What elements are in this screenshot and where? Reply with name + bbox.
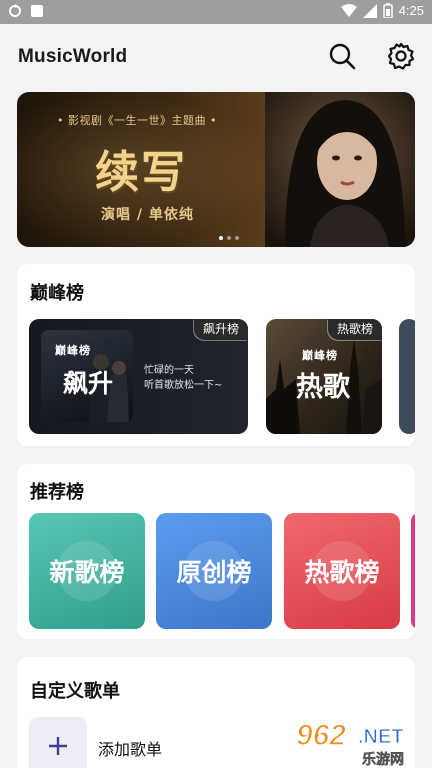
banner-subtitle: • 影视剧《一生一世》主题曲 • — [57, 114, 217, 127]
watermark-suffix: .NET — [358, 726, 404, 748]
status-time: 4:25 — [398, 3, 424, 18]
pagination-dot[interactable] — [235, 236, 239, 240]
sync-icon — [9, 4, 21, 17]
plus-icon — [49, 737, 67, 755]
chart-description: 忙碌的一天 听首歌放松一下~ — [144, 365, 223, 391]
chart-logo: 巅峰榜 — [55, 344, 91, 357]
chart-tile-new-songs[interactable]: 新歌榜 — [29, 513, 145, 629]
peak-charts-section: 巅峰榜 巅峰榜 飙升 忙碌的一天 听首歌放松一下~ 飙升榜 巅峰榜 热歌 热歌榜 — [17, 264, 415, 446]
watermark-name: 乐游网 — [362, 751, 404, 768]
chart-name: 飙升 — [63, 369, 114, 398]
battery-icon — [382, 3, 393, 18]
section-title: 巅峰榜 — [30, 283, 84, 304]
section-title: 自定义歌单 — [30, 681, 120, 702]
chart-tile-original[interactable]: 原创榜 — [156, 513, 272, 629]
singer-portrait — [265, 92, 415, 247]
wifi-icon — [340, 3, 357, 17]
add-playlist-button[interactable] — [29, 717, 87, 768]
pagination-dot[interactable] — [219, 236, 223, 240]
app-bar: MusicWorld — [0, 24, 432, 90]
search-icon — [329, 43, 356, 70]
search-button[interactable] — [327, 41, 357, 71]
banner-pagination — [219, 236, 239, 240]
banner-credit: 演唱 / 单依纯 — [101, 207, 194, 223]
chart-card-rising[interactable]: 巅峰榜 飙升 忙碌的一天 听首歌放松一下~ 飙升榜 — [29, 319, 248, 434]
gear-icon — [387, 42, 415, 70]
chart-cover: 巅峰榜 飙升 — [41, 330, 133, 422]
tile-label: 热歌榜 — [304, 558, 380, 587]
watermark-number: 962 — [296, 719, 346, 752]
chart-tile-hot-songs[interactable]: 热歌榜 — [284, 513, 400, 629]
chart-tile-partial[interactable] — [411, 513, 415, 629]
chart-badge: 热歌榜 — [327, 319, 382, 340]
chart-card-partial[interactable] — [399, 319, 415, 434]
app-title: MusicWorld — [18, 46, 128, 67]
pagination-dot[interactable] — [227, 236, 231, 240]
promo-banner[interactable]: • 影视剧《一生一世》主题曲 • 续写 演唱 / 单依纯 — [17, 92, 415, 247]
chart-card-hot[interactable]: 巅峰榜 热歌 热歌榜 — [266, 319, 382, 434]
chart-badge: 飙升榜 — [193, 319, 248, 340]
recommended-charts-section: 推荐榜 新歌榜 原创榜 热歌榜 — [17, 464, 415, 639]
add-playlist-label[interactable]: 添加歌单 — [98, 736, 162, 760]
section-title: 推荐榜 — [30, 482, 84, 503]
square-icon — [31, 5, 43, 17]
chart-name: 热歌 — [296, 372, 350, 403]
watermark-logo: 962 .NET 乐游网 — [295, 718, 404, 768]
signal-icon — [362, 3, 377, 18]
status-bar: 4:25 — [0, 0, 432, 24]
chart-logo: 巅峰榜 — [302, 349, 338, 362]
banner-title: 续写 — [95, 147, 187, 198]
site-watermark: 962 .NET 乐游网 — [292, 715, 432, 768]
settings-button[interactable] — [386, 41, 416, 71]
tile-label: 新歌榜 — [49, 558, 125, 587]
tile-label: 原创榜 — [176, 558, 252, 587]
